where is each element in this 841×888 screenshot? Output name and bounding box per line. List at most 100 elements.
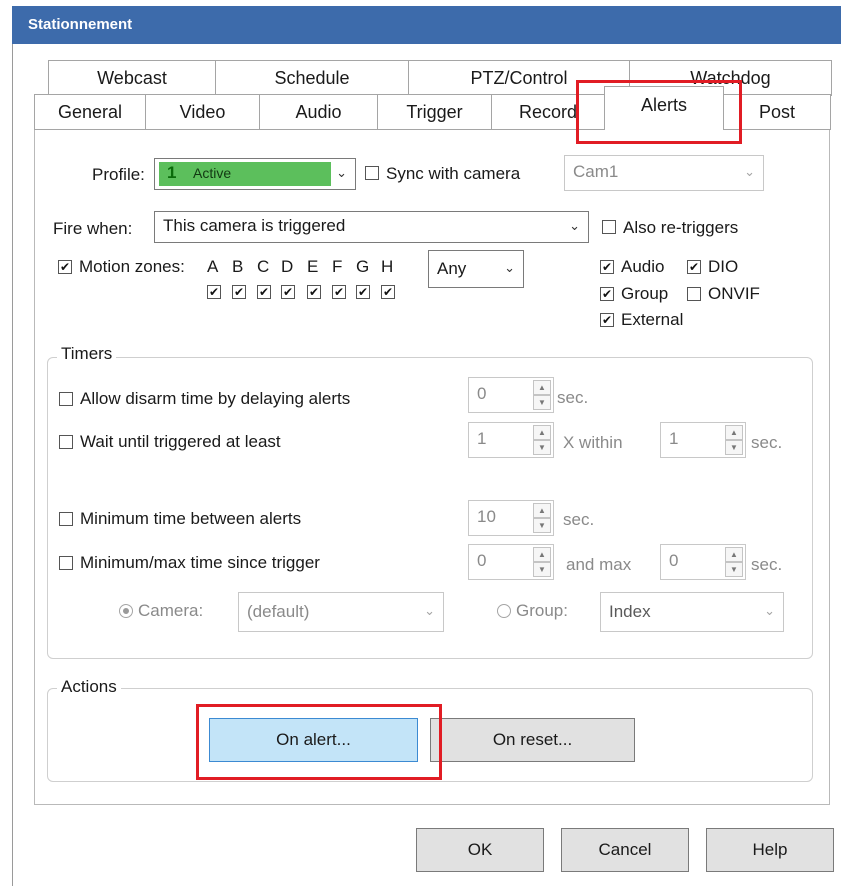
zone-letter-a: A [207, 257, 219, 276]
group-timer-select: Index ⌄ [600, 592, 784, 632]
zone-h-checkbox[interactable]: ✔ [381, 285, 395, 299]
zone-letter-f: F [332, 257, 343, 276]
min-max-max-value: 0 [669, 551, 679, 570]
spin-down-icon: ▼ [533, 562, 551, 577]
min-max-mid-label: and max [566, 555, 632, 574]
profile-select[interactable]: 1 Active ⌄ [154, 158, 356, 190]
tab-webcast[interactable]: Webcast [48, 60, 216, 96]
group-radio-label: Group: [516, 601, 568, 620]
disarm-value: 0 [477, 384, 487, 403]
camera-select-value: Cam1 [573, 162, 619, 181]
disarm-stepper: 0 ▲ ▼ [468, 377, 554, 413]
fire-when-label: Fire when: [53, 219, 133, 238]
chevron-down-icon: ⌄ [424, 603, 435, 618]
zone-letter-b: B [232, 257, 244, 276]
camera-select: Cam1 ⌄ [564, 155, 764, 191]
wait-unit: sec. [751, 433, 783, 452]
tab-audio[interactable]: Audio [259, 94, 378, 130]
min-max-checkbox[interactable] [59, 556, 73, 570]
motion-zones-label: Motion zones: [79, 257, 185, 276]
profile-value: Active [193, 165, 232, 181]
disarm-label: Allow disarm time by delaying alerts [80, 389, 351, 408]
zone-match-value: Any [437, 259, 467, 278]
group-radio [497, 604, 511, 618]
cancel-button[interactable]: Cancel [561, 828, 689, 872]
chevron-down-icon: ⌄ [569, 218, 580, 233]
wait-checkbox[interactable] [59, 435, 73, 449]
onvif-checkbox[interactable] [687, 287, 701, 301]
wait-count-value: 1 [477, 429, 487, 448]
tab-post[interactable]: Post [723, 94, 831, 130]
zone-g-checkbox[interactable]: ✔ [356, 285, 370, 299]
dialog-title: Stationnement [12, 6, 841, 44]
min-max-min-stepper: 0 ▲ ▼ [468, 544, 554, 580]
tab-general[interactable]: General [34, 94, 146, 130]
spin-down-icon: ▼ [533, 395, 551, 410]
profile-label: Profile: [92, 165, 145, 184]
spin-up-icon: ▲ [725, 547, 743, 562]
zone-c-checkbox[interactable]: ✔ [257, 285, 271, 299]
camera-radio [119, 604, 133, 618]
tab-record[interactable]: Record [491, 94, 605, 130]
min-max-label: Minimum/max time since trigger [80, 553, 320, 572]
dio-label: DIO [708, 257, 739, 276]
camera-radio-label: Camera: [138, 601, 204, 620]
camera-timer-select: (default) ⌄ [238, 592, 444, 632]
chevron-down-icon: ⌄ [504, 260, 515, 275]
min-max-min-value: 0 [477, 551, 487, 570]
zone-b-checkbox[interactable]: ✔ [232, 285, 246, 299]
ok-button[interactable]: OK [416, 828, 544, 872]
chevron-down-icon: ⌄ [764, 603, 775, 618]
spin-up-icon: ▲ [533, 547, 551, 562]
external-label: External [621, 310, 684, 329]
chevron-down-icon: ⌄ [744, 164, 755, 179]
motion-zones-checkbox[interactable]: ✔ [58, 260, 72, 274]
zone-match-select[interactable]: Any ⌄ [428, 250, 524, 288]
min-between-checkbox[interactable] [59, 512, 73, 526]
tab-schedule[interactable]: Schedule [215, 60, 409, 96]
zone-letter-d: D [281, 257, 294, 276]
min-between-unit: sec. [563, 510, 595, 529]
zone-letter-h: H [381, 257, 394, 276]
min-max-unit: sec. [751, 555, 783, 574]
min-max-max-stepper: 0 ▲ ▼ [660, 544, 746, 580]
also-retriggers-checkbox[interactable] [602, 220, 616, 234]
spin-down-icon: ▼ [533, 440, 551, 455]
zone-a-checkbox[interactable]: ✔ [207, 285, 221, 299]
audio-checkbox[interactable]: ✔ [600, 260, 614, 274]
timers-title: Timers [57, 344, 117, 364]
zone-f-checkbox[interactable]: ✔ [332, 285, 346, 299]
group-timer-value: Index [609, 602, 651, 621]
wait-within-value: 1 [669, 429, 679, 448]
spin-down-icon: ▼ [533, 518, 551, 533]
fire-when-select[interactable]: This camera is triggered ⌄ [154, 211, 589, 243]
dio-checkbox[interactable]: ✔ [687, 260, 701, 274]
sync-camera-label: Sync with camera [386, 164, 521, 183]
onvif-label: ONVIF [708, 284, 760, 303]
zone-e-checkbox[interactable]: ✔ [307, 285, 321, 299]
sync-camera-checkbox[interactable] [365, 166, 379, 180]
disarm-checkbox[interactable] [59, 392, 73, 406]
group-checkbox[interactable]: ✔ [600, 287, 614, 301]
audio-label: Audio [621, 257, 665, 276]
chevron-down-icon: ⌄ [336, 165, 347, 180]
tab-alerts[interactable]: Alerts [604, 86, 724, 130]
spin-down-icon: ▼ [725, 562, 743, 577]
tab-video[interactable]: Video [145, 94, 260, 130]
help-button[interactable]: Help [706, 828, 834, 872]
fire-when-value: This camera is triggered [163, 216, 346, 235]
also-retriggers-label: Also re-triggers [623, 218, 739, 237]
on-reset-button[interactable]: On reset... [430, 718, 635, 762]
wait-label: Wait until triggered at least [80, 432, 281, 451]
zone-letter-g: G [356, 257, 370, 276]
spin-up-icon: ▲ [533, 380, 551, 395]
spin-down-icon: ▼ [725, 440, 743, 455]
tab-trigger[interactable]: Trigger [377, 94, 492, 130]
camera-timer-value: (default) [247, 602, 310, 621]
on-alert-button[interactable]: On alert... [209, 718, 418, 762]
tab-ptz-control[interactable]: PTZ/Control [408, 60, 630, 96]
zone-letter-e: E [307, 257, 319, 276]
external-checkbox[interactable]: ✔ [600, 313, 614, 327]
zone-d-checkbox[interactable]: ✔ [281, 285, 295, 299]
disarm-unit: sec. [557, 388, 589, 407]
